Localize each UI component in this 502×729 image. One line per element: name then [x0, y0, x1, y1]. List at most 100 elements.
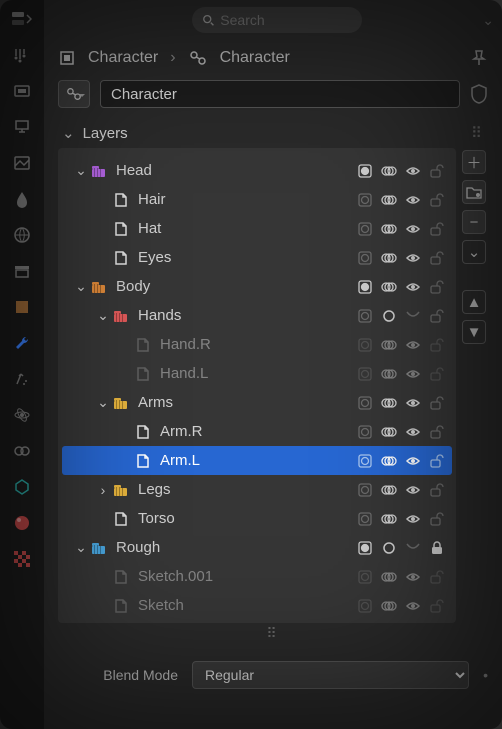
layer-row-rough[interactable]: ⌄Rough [62, 533, 452, 562]
resize-handle-icon[interactable]: ⠿ [58, 623, 488, 644]
datablock-name-field[interactable]: Character [100, 80, 460, 108]
mask-toggle[interactable] [356, 539, 374, 557]
texture-icon[interactable] [11, 548, 33, 570]
lock-toggle[interactable] [428, 481, 446, 499]
visibility-toggle[interactable] [404, 307, 422, 325]
drag-handle-icon[interactable]: ⠿ [471, 124, 484, 142]
layer-row-hands[interactable]: ⌄Hands [62, 301, 452, 330]
mask-toggle[interactable] [356, 481, 374, 499]
onion-toggle[interactable] [380, 481, 398, 499]
lock-toggle[interactable] [428, 162, 446, 180]
mask-toggle[interactable] [356, 510, 374, 528]
visibility-toggle[interactable] [404, 365, 422, 383]
search-field[interactable] [192, 7, 362, 33]
onion-toggle[interactable] [380, 249, 398, 267]
layer-row-legs[interactable]: ›Legs [62, 475, 452, 504]
mask-toggle[interactable] [356, 220, 374, 238]
layer-row-handl[interactable]: Hand.L [62, 359, 452, 388]
onion-toggle[interactable] [380, 307, 398, 325]
onion-toggle[interactable] [380, 394, 398, 412]
mask-toggle[interactable] [356, 452, 374, 470]
world-icon[interactable] [11, 224, 33, 246]
material-icon[interactable] [11, 512, 33, 534]
data-icon[interactable] [11, 476, 33, 498]
disclosure-icon[interactable]: ⌄ [94, 307, 112, 324]
layer-row-arms[interactable]: ⌄Arms [62, 388, 452, 417]
lock-toggle[interactable] [428, 510, 446, 528]
visibility-toggle[interactable] [404, 336, 422, 354]
image-icon[interactable] [11, 152, 33, 174]
visibility-toggle[interactable] [404, 249, 422, 267]
lock-toggle[interactable] [428, 568, 446, 586]
move-up-button[interactable]: ▲ [462, 290, 486, 314]
visibility-toggle[interactable] [404, 452, 422, 470]
visibility-toggle[interactable] [404, 568, 422, 586]
archive-icon[interactable] [11, 260, 33, 282]
layer-menu-button[interactable]: ⌄ [462, 240, 486, 264]
breadcrumb-b[interactable]: Character [220, 49, 290, 67]
layer-row-armr[interactable]: Arm.R [62, 417, 452, 446]
lock-toggle[interactable] [428, 336, 446, 354]
breadcrumb-a[interactable]: Character [88, 49, 158, 67]
onion-toggle[interactable] [380, 191, 398, 209]
layer-row-hat[interactable]: Hat [62, 214, 452, 243]
options-chevron-icon[interactable]: ⌄ [482, 12, 494, 29]
lock-toggle[interactable] [428, 249, 446, 267]
lock-toggle[interactable] [428, 191, 446, 209]
add-layer-button[interactable]: ＋ [462, 150, 486, 174]
visibility-toggle[interactable] [404, 539, 422, 557]
lock-toggle[interactable] [428, 452, 446, 470]
onion-toggle[interactable] [380, 220, 398, 238]
mask-toggle[interactable] [356, 597, 374, 615]
lock-toggle[interactable] [428, 220, 446, 238]
disclosure-icon[interactable]: ⌄ [94, 394, 112, 411]
output-icon[interactable] [11, 116, 33, 138]
mask-toggle[interactable] [356, 162, 374, 180]
layer-row-sk001[interactable]: Sketch.001 [62, 562, 452, 591]
onion-toggle[interactable] [380, 452, 398, 470]
remove-layer-button[interactable]: − [462, 210, 486, 234]
onion-toggle[interactable] [380, 568, 398, 586]
layer-row-hair[interactable]: Hair [62, 185, 452, 214]
visibility-toggle[interactable] [404, 597, 422, 615]
mask-toggle[interactable] [356, 249, 374, 267]
lock-toggle[interactable] [428, 423, 446, 441]
lock-toggle[interactable] [428, 394, 446, 412]
add-group-button[interactable] [462, 180, 486, 204]
lock-toggle[interactable] [428, 597, 446, 615]
layer-row-sketch[interactable]: Sketch [62, 591, 452, 620]
physics-icon[interactable] [11, 404, 33, 426]
lock-toggle[interactable] [428, 365, 446, 383]
panel-select-icon[interactable] [11, 8, 33, 30]
constraints-icon[interactable] [11, 440, 33, 462]
mask-toggle[interactable] [356, 365, 374, 383]
visibility-toggle[interactable] [404, 394, 422, 412]
blend-mode-select[interactable]: Regular [192, 661, 469, 689]
visibility-toggle[interactable] [404, 278, 422, 296]
mask-toggle[interactable] [356, 423, 374, 441]
onion-toggle[interactable] [380, 539, 398, 557]
layer-row-head[interactable]: ⌄Head [62, 156, 452, 185]
lock-toggle[interactable] [428, 307, 446, 325]
visibility-toggle[interactable] [404, 423, 422, 441]
layers-panel-header[interactable]: ⌄ Layers ⠿ [58, 118, 488, 148]
mask-toggle[interactable] [356, 568, 374, 586]
onion-toggle[interactable] [380, 162, 398, 180]
layer-row-handr[interactable]: Hand.R [62, 330, 452, 359]
layer-row-body[interactable]: ⌄Body [62, 272, 452, 301]
layer-row-torso[interactable]: Torso [62, 504, 452, 533]
visibility-toggle[interactable] [404, 481, 422, 499]
disclosure-icon[interactable]: ⌄ [72, 278, 90, 295]
onion-toggle[interactable] [380, 510, 398, 528]
modifier-icon[interactable] [11, 332, 33, 354]
lock-toggle[interactable] [428, 539, 446, 557]
fake-user-icon[interactable] [470, 84, 488, 104]
onion-toggle[interactable] [380, 336, 398, 354]
disclosure-icon[interactable]: › [94, 482, 112, 498]
visibility-toggle[interactable] [404, 220, 422, 238]
move-down-button[interactable]: ▼ [462, 320, 486, 344]
layer-row-eyes[interactable]: Eyes [62, 243, 452, 272]
particles-icon[interactable] [11, 368, 33, 390]
visibility-toggle[interactable] [404, 191, 422, 209]
mask-toggle[interactable] [356, 307, 374, 325]
